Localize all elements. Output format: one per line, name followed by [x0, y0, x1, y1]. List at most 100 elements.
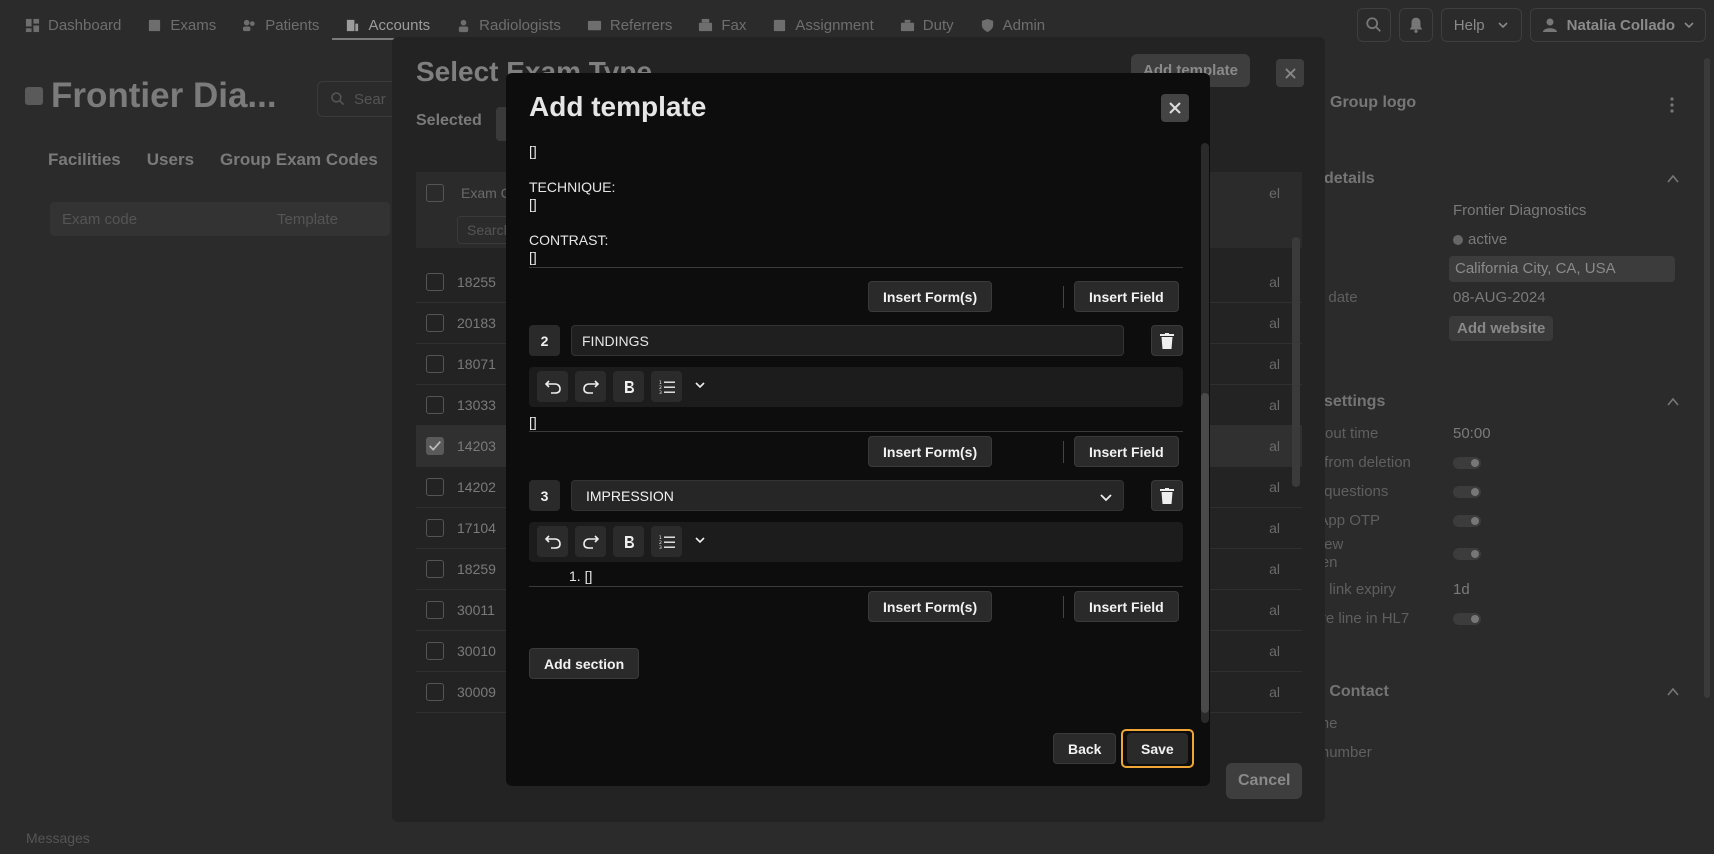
- nav-patients[interactable]: Patients: [229, 0, 332, 50]
- impression-body[interactable]: 1. []: [569, 568, 592, 584]
- editor-line[interactable]: []: [529, 249, 537, 265]
- more-icon[interactable]: [1670, 96, 1674, 114]
- svg-text:3: 3: [659, 390, 662, 395]
- row-checkbox[interactable]: [426, 601, 444, 619]
- row-checkbox[interactable]: [426, 519, 444, 537]
- section-name-select[interactable]: IMPRESSION: [571, 480, 1124, 511]
- detail-row-website: site Add website: [1300, 316, 1700, 344]
- chevron-up-icon[interactable]: [1666, 685, 1680, 699]
- exam-code: 30009: [457, 684, 496, 700]
- save-button[interactable]: Save: [1127, 733, 1188, 764]
- findings-body[interactable]: []: [529, 414, 537, 430]
- row-checkbox[interactable]: [426, 683, 444, 701]
- insert-field-button[interactable]: Insert Field: [1074, 281, 1179, 312]
- template-modal-close-button[interactable]: [1161, 94, 1189, 122]
- setting-value: 50:00: [1453, 425, 1491, 442]
- protect-deletion-toggle[interactable]: [1453, 457, 1481, 469]
- exam-right-col: al: [1269, 274, 1280, 290]
- editor-line[interactable]: CONTRAST:: [529, 232, 608, 248]
- insert-forms-button[interactable]: Insert Form(s): [868, 281, 993, 312]
- delete-section-button[interactable]: [1151, 325, 1183, 356]
- security-questions-toggle[interactable]: [1453, 486, 1481, 498]
- nav-dashboard[interactable]: Dashboard: [0, 0, 134, 50]
- nav-label: Patients: [265, 16, 320, 34]
- help-dropdown[interactable]: Help: [1440, 8, 1522, 42]
- detail-value: Frontier Diagnostics: [1453, 202, 1587, 219]
- more-formatting-dropdown[interactable]: [692, 377, 708, 393]
- search-placeholder: Sear: [354, 90, 386, 108]
- search-button[interactable]: [1356, 8, 1391, 42]
- redo-button[interactable]: [575, 526, 606, 557]
- detail-row-address: ess California City, CA, USA: [1300, 256, 1700, 284]
- page-scrollbar[interactable]: [1704, 58, 1710, 698]
- insert-field-button[interactable]: Insert Field: [1074, 436, 1179, 467]
- numbered-list-button[interactable]: 123: [651, 371, 682, 402]
- insert-forms-button[interactable]: Insert Form(s): [868, 591, 993, 622]
- trash-icon: [1160, 332, 1174, 349]
- scrollbar-thumb[interactable]: [1201, 393, 1209, 713]
- setting-row-review-screen: review creen: [1300, 536, 1700, 572]
- messages-label[interactable]: Messages: [26, 830, 90, 846]
- section-name-value: IMPRESSION: [586, 488, 674, 504]
- delete-section-button[interactable]: [1151, 480, 1183, 511]
- section-divider: [529, 267, 1183, 268]
- nav-exams[interactable]: Exams: [134, 0, 229, 50]
- user-menu[interactable]: Natalia Collado: [1529, 8, 1706, 42]
- bold-button[interactable]: [613, 526, 644, 557]
- tab-group-exam-codes[interactable]: Group Exam Codes: [220, 150, 378, 170]
- row-checkbox[interactable]: [426, 437, 444, 455]
- exam-table-scrollbar[interactable]: [1292, 237, 1300, 487]
- mobile-otp-toggle[interactable]: [1453, 515, 1481, 527]
- bold-button[interactable]: [613, 371, 644, 402]
- editor-line[interactable]: TECHNIQUE:: [529, 179, 615, 195]
- nav-label: Admin: [1002, 16, 1046, 34]
- review-screen-toggle[interactable]: [1453, 548, 1481, 560]
- exam-code: 20183: [457, 315, 496, 331]
- section-name-input[interactable]: FINDINGS: [571, 325, 1124, 356]
- numbered-list-button[interactable]: 123: [651, 526, 682, 557]
- fax-icon: [699, 18, 713, 31]
- page-search-input[interactable]: Sear: [317, 81, 397, 117]
- chevron-up-icon[interactable]: [1666, 172, 1680, 186]
- row-checkbox[interactable]: [426, 642, 444, 660]
- nav-label: Referrers: [609, 16, 673, 34]
- select-all-checkbox[interactable]: [426, 184, 444, 202]
- exam-right-col: al: [1269, 520, 1280, 536]
- add-section-button[interactable]: Add section: [529, 648, 640, 679]
- row-checkbox[interactable]: [426, 560, 444, 578]
- cancel-button[interactable]: Cancel: [1226, 763, 1303, 799]
- nav-label: Fax: [721, 16, 747, 34]
- row-checkbox[interactable]: [426, 314, 444, 332]
- row-checkbox[interactable]: [426, 355, 444, 373]
- chevron-up-icon[interactable]: [1666, 395, 1680, 409]
- exam-code: 18259: [457, 561, 496, 577]
- row-checkbox[interactable]: [426, 273, 444, 291]
- exam-modal-close-button[interactable]: [1276, 59, 1304, 87]
- add-website-button[interactable]: Add website: [1449, 316, 1554, 341]
- tab-facilities[interactable]: Facilities: [48, 150, 121, 170]
- row-checkbox[interactable]: [426, 478, 444, 496]
- editor-line[interactable]: []: [529, 143, 537, 159]
- back-arrow-icon[interactable]: [25, 87, 43, 105]
- undo-button[interactable]: [537, 371, 568, 402]
- editor-line[interactable]: []: [529, 196, 537, 212]
- chevron-down-icon: [1498, 22, 1508, 29]
- setting-row-security: rity questions: [1300, 479, 1700, 507]
- undo-button[interactable]: [537, 526, 568, 557]
- back-button[interactable]: Back: [1053, 733, 1117, 764]
- exam-codes-table-header: Exam code Template: [50, 202, 390, 236]
- tab-users[interactable]: Users: [147, 150, 194, 170]
- template-scrollbar[interactable]: [1201, 143, 1209, 723]
- col-exam-code: Exam C: [461, 185, 511, 201]
- insert-forms-button[interactable]: Insert Form(s): [868, 436, 993, 467]
- notifications-button[interactable]: [1398, 8, 1433, 42]
- address-select[interactable]: California City, CA, USA: [1449, 256, 1675, 282]
- exam-right-col: al: [1269, 643, 1280, 659]
- row-checkbox[interactable]: [426, 396, 444, 414]
- more-formatting-dropdown[interactable]: [692, 532, 708, 548]
- save-button-focus-ring[interactable]: Save: [1121, 729, 1194, 768]
- insert-field-button[interactable]: Insert Field: [1074, 591, 1179, 622]
- redo-button[interactable]: [575, 371, 606, 402]
- chevron-down-icon: [1100, 494, 1112, 502]
- hl7-signature-toggle[interactable]: [1453, 613, 1481, 625]
